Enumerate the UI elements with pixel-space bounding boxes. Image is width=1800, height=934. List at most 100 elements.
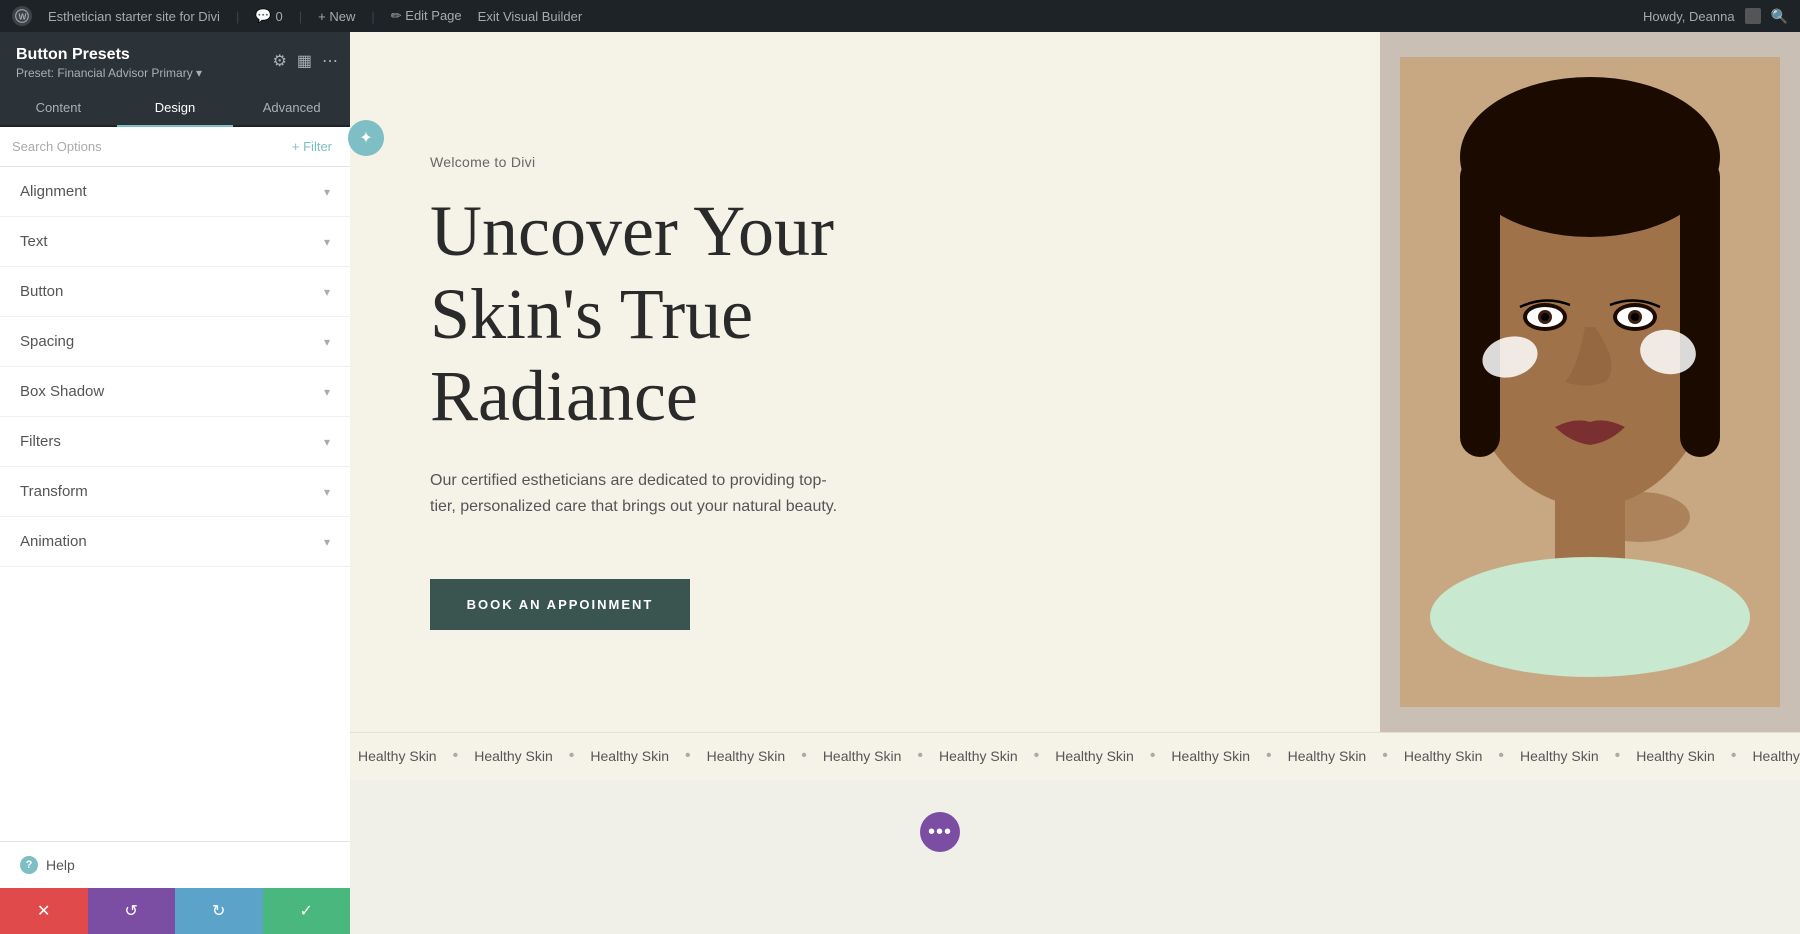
hero-title: Uncover YourSkin's TrueRadiance [430,190,1320,438]
divi-fab-button[interactable]: ✦ [348,120,384,156]
user-avatar [1745,8,1761,24]
tab-design[interactable]: Design [117,90,234,127]
chevron-down-icon: ▾ [324,185,330,199]
admin-search-icon[interactable]: 🔍 [1771,8,1788,25]
settings-item-box-shadow[interactable]: Box Shadow ▾ [0,367,350,417]
howdy-text: Howdy, Deanna [1643,9,1735,24]
left-panel: Button Presets Preset: Financial Advisor… [0,32,350,934]
hero-description: Our certified estheticians are dedicated… [430,468,850,519]
main-layout: Button Presets Preset: Financial Advisor… [0,32,1800,934]
wp-logo-icon[interactable]: W [12,6,32,26]
ticker-dot: • [1498,747,1504,765]
separator: | [236,9,239,24]
filter-button[interactable]: + Filter [286,137,338,156]
tab-content[interactable]: Content [0,90,117,127]
panel-search: + Filter [0,127,350,167]
svg-text:W: W [19,12,27,22]
comment-count[interactable]: 💬 0 [255,8,282,24]
settings-item-text[interactable]: Text ▾ [0,217,350,267]
alignment-label: Alignment [20,183,87,200]
admin-bar-right: Howdy, Deanna 🔍 [1643,8,1788,25]
new-button[interactable]: + New [318,9,355,24]
settings-item-filters[interactable]: Filters ▾ [0,417,350,467]
comment-icon: 💬 [255,8,271,24]
book-appointment-button[interactable]: BOOK AN APPOINMENT [430,579,690,630]
ticker-item: Healthy Skin [350,747,445,765]
ticker-item: Healthy Skin [1628,747,1723,765]
panel-header-icons: ⚙ ▦ ⋯ [273,51,338,71]
edit-page-button[interactable]: ✏ Edit Page [391,8,462,24]
help-icon: ? [20,856,38,874]
panel-header: Button Presets Preset: Financial Advisor… [0,32,350,90]
ticker-dot: • [569,747,575,765]
ticker-item: Healthy Skin [1280,747,1375,765]
animation-label: Animation [20,533,87,550]
ticker-dot: • [1382,747,1388,765]
ticker-dot: • [1034,747,1040,765]
hero-section: Welcome to Divi Uncover YourSkin's TrueR… [350,32,1800,732]
ticker-dot: • [1266,747,1272,765]
settings-item-button[interactable]: Button ▾ [0,267,350,317]
ticker-dot: • [1731,747,1737,765]
ticker-item: Healthy Skin [1163,747,1258,765]
settings-item-transform[interactable]: Transform ▾ [0,467,350,517]
hero-face-svg [1400,57,1780,707]
exit-visual-builder-button[interactable]: Exit Visual Builder [478,9,583,24]
ticker-dot: • [685,747,691,765]
chevron-down-icon: ▾ [324,535,330,549]
chevron-down-icon: ▾ [324,335,330,349]
ticker-dot: • [917,747,923,765]
spacing-label: Spacing [20,333,74,350]
chevron-down-icon: ▾ [324,385,330,399]
ticker-dot: • [801,747,807,765]
separator2: | [299,9,302,24]
more-icon[interactable]: ⋯ [322,51,338,71]
dots-icon: ••• [928,821,952,844]
ticker-item: Healthy Skin [582,747,677,765]
ticker-item: Healthy Skin [931,747,1026,765]
hero-welcome-text: Welcome to Divi [430,154,1320,170]
separator3: | [371,9,374,24]
button-label: Button [20,283,63,300]
content-area: Welcome to Divi Uncover YourSkin's TrueR… [350,32,1800,934]
tab-advanced[interactable]: Advanced [233,90,350,127]
bottom-actions: ✕ ↺ ↻ ✓ [0,888,350,934]
site-name[interactable]: Esthetician starter site for Divi [48,9,220,24]
ticker-item: Healthy Skin [1744,747,1800,765]
ticker-dot: • [1615,747,1621,765]
layout-icon[interactable]: ▦ [297,51,312,71]
ticker-item: Healthy Skin [815,747,910,765]
ticker-dot: • [1150,747,1156,765]
cancel-button[interactable]: ✕ [0,888,88,934]
redo-button[interactable]: ↻ [175,888,263,934]
hero-left: Welcome to Divi Uncover YourSkin's TrueR… [350,32,1380,732]
chevron-down-icon: ▾ [324,485,330,499]
settings-item-alignment[interactable]: Alignment ▾ [0,167,350,217]
chevron-down-icon: ▾ [324,235,330,249]
settings-item-animation[interactable]: Animation ▾ [0,517,350,567]
settings-icon[interactable]: ⚙ [273,51,287,71]
settings-item-spacing[interactable]: Spacing ▾ [0,317,350,367]
filters-label: Filters [20,433,61,450]
settings-list: Alignment ▾ Text ▾ Button ▾ Spacing ▾ Bo… [0,167,350,841]
transform-label: Transform [20,483,88,500]
help-label: Help [46,857,75,873]
page-content: Welcome to Divi Uncover YourSkin's TrueR… [350,32,1800,932]
undo-button[interactable]: ↺ [88,888,176,934]
dots-fab-button[interactable]: ••• [920,812,960,852]
ticker-item: Healthy Skin [1047,747,1142,765]
box-shadow-label: Box Shadow [20,383,104,400]
ticker-item: Healthy Skin [699,747,794,765]
ticker-content: Healthy Skin • Healthy Skin • Healthy Sk… [350,747,1800,765]
hero-image [1380,32,1800,732]
ticker-item: Healthy Skin [1396,747,1491,765]
ticker-dot: • [453,747,459,765]
save-button[interactable]: ✓ [263,888,351,934]
help-section[interactable]: ? Help [0,841,350,888]
chevron-down-icon: ▾ [324,435,330,449]
search-input[interactable] [12,139,278,154]
ticker-bar: Healthy Skin • Healthy Skin • Healthy Sk… [350,732,1800,780]
text-label: Text [20,233,48,250]
chevron-down-icon: ▾ [324,285,330,299]
ticker-item: Healthy Skin [466,747,561,765]
